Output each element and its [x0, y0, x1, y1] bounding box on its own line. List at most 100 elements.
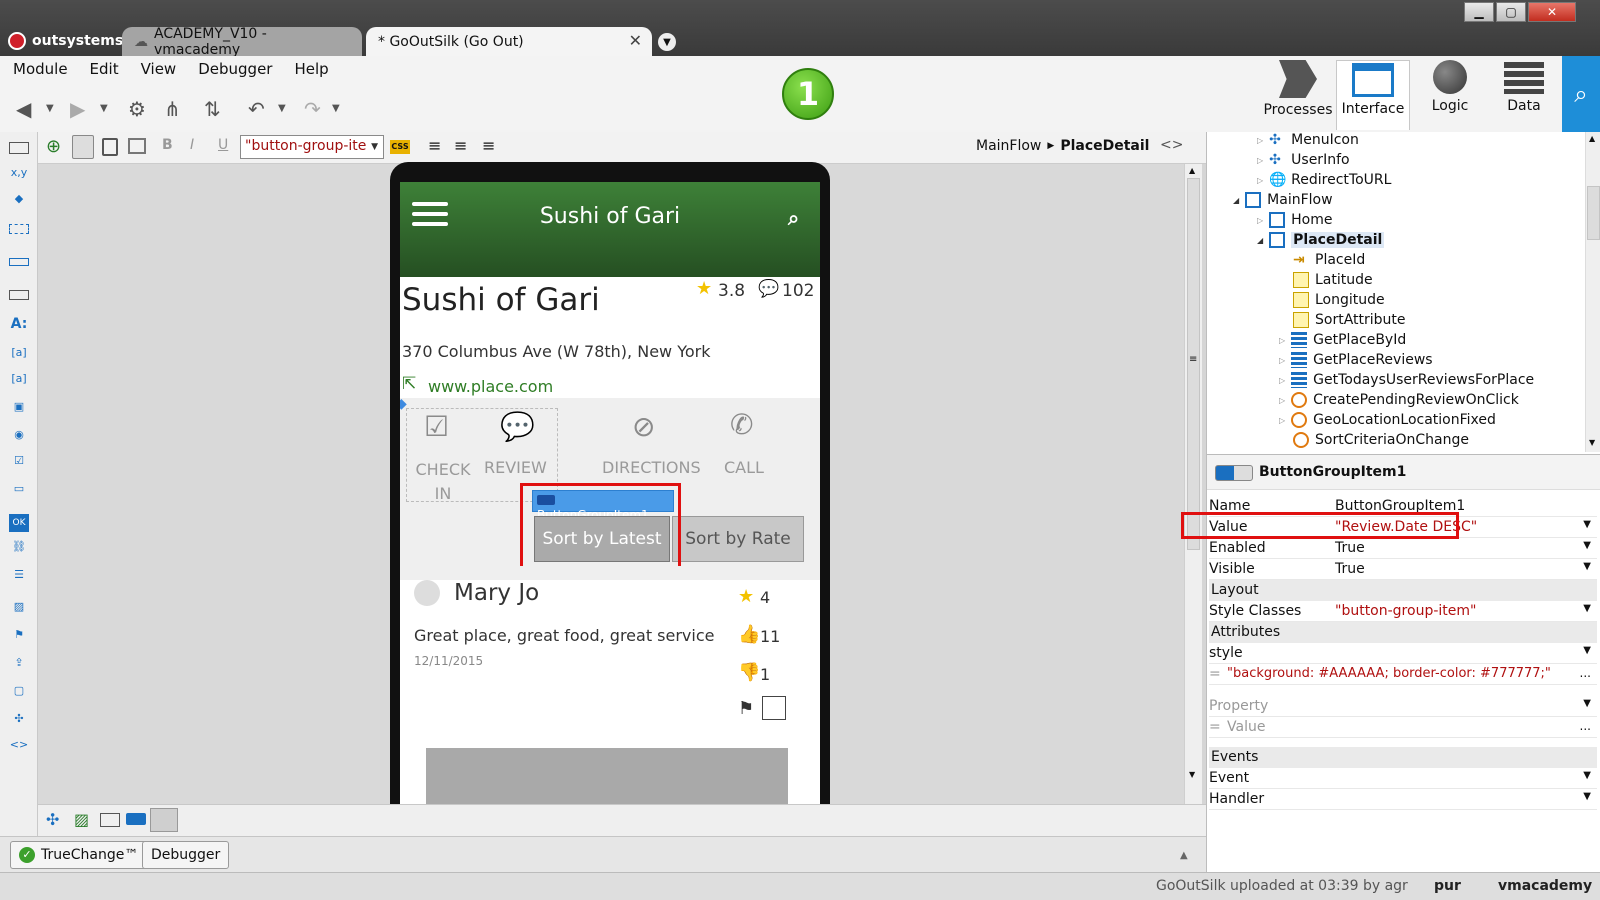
tree-item-home[interactable]: ▷ Home: [1257, 210, 1333, 230]
align-right-icon[interactable]: ≡: [482, 136, 495, 155]
switch-widget-icon[interactable]: ◉: [9, 428, 29, 446]
menu-view[interactable]: View: [141, 60, 177, 78]
dependencies-icon[interactable]: ⋔: [164, 97, 181, 121]
tree-item-userinfo[interactable]: ▷ ✣ UserInfo: [1257, 150, 1350, 170]
scroll-down-icon[interactable]: ▼: [1189, 770, 1195, 779]
prop-enabled[interactable]: Enabled True ▼: [1209, 538, 1597, 559]
flag-icon[interactable]: ⚑: [738, 698, 754, 719]
prop-event[interactable]: Event ▼: [1209, 768, 1597, 789]
style-class-select[interactable]: "button-group-ite ▼: [240, 135, 384, 159]
button-widget-icon[interactable]: OK: [9, 514, 29, 532]
search-button[interactable]: ⌕: [1562, 56, 1600, 132]
tree-item-placeid[interactable]: ⇥ PlaceId: [1293, 250, 1365, 270]
breadcrumb-placedetail[interactable]: PlaceDetail: [1060, 138, 1149, 154]
tab-gooutsilk[interactable]: * GoOutSilk (Go Out) ✕: [366, 27, 652, 56]
prop-visible[interactable]: Visible True ▼: [1209, 559, 1597, 580]
tab-academy[interactable]: ☁ ACADEMY_V10 - vmacademy: [122, 26, 362, 58]
expand-panel-icon[interactable]: ▲: [1180, 850, 1188, 861]
redo-icon[interactable]: ↷: [304, 97, 321, 121]
chevron-down-icon[interactable]: ▼: [1583, 603, 1591, 614]
redo-dropdown-icon[interactable]: ▼: [332, 103, 340, 114]
if-widget-icon[interactable]: ◆: [9, 192, 29, 210]
prop-new-property[interactable]: Property ▼: [1209, 696, 1597, 717]
image-icon[interactable]: ▨: [74, 810, 89, 829]
menu-module[interactable]: Module: [13, 60, 68, 78]
truechange-tab[interactable]: ✓ TrueChange™: [10, 841, 148, 869]
code-view-icon[interactable]: <>: [1160, 137, 1183, 153]
chevron-down-icon[interactable]: ▼: [1583, 645, 1591, 656]
menu-debugger[interactable]: Debugger: [198, 60, 272, 78]
more-button[interactable]: ...: [1580, 666, 1591, 680]
forward-dropdown-icon[interactable]: ▼: [100, 103, 108, 114]
flag-widget-icon[interactable]: ⚑: [9, 628, 29, 646]
tab-dropdown-icon[interactable]: ▼: [658, 33, 676, 51]
link-widget-icon[interactable]: ⛓: [9, 540, 29, 558]
thumbs-down-icon[interactable]: 👎: [738, 662, 760, 683]
tab-logic[interactable]: Logic: [1414, 60, 1486, 130]
phone-view-icon[interactable]: [72, 135, 94, 159]
call-action[interactable]: CALL: [724, 458, 764, 477]
scroll-up-icon[interactable]: ▲: [1589, 134, 1595, 143]
close-window-button[interactable]: ✕: [1528, 2, 1576, 22]
review-action[interactable]: REVIEW: [484, 458, 547, 477]
prop-style[interactable]: style ▼: [1209, 643, 1597, 664]
align-center-icon[interactable]: ≡: [454, 136, 467, 155]
tab-processes[interactable]: Processes: [1262, 60, 1334, 130]
tree-item-latitude[interactable]: Latitude: [1293, 270, 1373, 290]
rotate-view-icon[interactable]: [128, 138, 146, 154]
preview-icon[interactable]: ⊕: [46, 136, 61, 157]
underline-icon[interactable]: U: [218, 137, 228, 153]
back-dropdown-icon[interactable]: ▼: [46, 103, 54, 114]
chevron-down-icon[interactable]: ▼: [1583, 770, 1591, 781]
tree-item-getplacereviews[interactable]: ▷ GetPlaceReviews: [1279, 350, 1433, 370]
tree-item-creatependingreview[interactable]: ▷ CreatePendingReviewOnClick: [1279, 390, 1519, 410]
thumbs-up-icon[interactable]: 👍: [738, 624, 760, 645]
tree-item-geolocation[interactable]: ▷ GeoLocationLocationFixed: [1279, 410, 1496, 430]
textarea-widget-icon[interactable]: [a]: [9, 372, 29, 390]
tree-item-gettodaysuserreviews[interactable]: ▷ GetTodaysUserReviewsForPlace: [1279, 370, 1534, 390]
block-widget-icon[interactable]: [9, 258, 29, 266]
canvas-scrollbar[interactable]: ▲ ≡ ▼: [1184, 164, 1202, 804]
more-button[interactable]: ...: [1580, 719, 1591, 733]
chevron-down-icon[interactable]: ▼: [1583, 540, 1591, 551]
text-widget-icon[interactable]: A:: [9, 316, 29, 334]
chevron-down-icon[interactable]: ▼: [1583, 519, 1591, 530]
button-group-icon[interactable]: [126, 813, 146, 825]
undo-icon[interactable]: ↶: [248, 97, 265, 121]
tree-item-getplacebyid[interactable]: ▷ GetPlaceById: [1279, 330, 1406, 350]
compare-icon[interactable]: ⇅: [204, 97, 221, 121]
italic-icon[interactable]: I: [190, 137, 194, 153]
placeholder-widget-icon[interactable]: [9, 224, 29, 234]
bold-icon[interactable]: B: [162, 137, 173, 153]
gear-icon[interactable]: ⚙: [128, 97, 146, 121]
tree-item-mainflow[interactable]: ◢ MainFlow: [1233, 190, 1333, 210]
prop-style-classes[interactable]: Style Classes "button-group-item" ▼: [1209, 601, 1597, 622]
prop-handler[interactable]: Handler ▼: [1209, 789, 1597, 810]
scroll-down-icon[interactable]: ▼: [1589, 438, 1595, 447]
maximize-button[interactable]: ▢: [1496, 2, 1526, 22]
directions-action[interactable]: DIRECTIONS: [602, 458, 701, 477]
flag-checkbox[interactable]: [762, 696, 786, 720]
container-widget-icon[interactable]: [9, 142, 29, 154]
website-link[interactable]: www.place.com: [428, 377, 553, 396]
tree-item-longitude[interactable]: Longitude: [1293, 290, 1385, 310]
plugin-widget-icon[interactable]: ✣: [9, 712, 29, 730]
chevron-down-icon[interactable]: ▼: [1583, 698, 1591, 709]
prop-new-value[interactable]: = Value...: [1209, 717, 1597, 738]
sort-rate-button[interactable]: Sort by Rate: [672, 516, 804, 562]
breadcrumb-mainflow[interactable]: MainFlow: [976, 138, 1041, 154]
menu-help[interactable]: Help: [294, 60, 328, 78]
forward-icon[interactable]: ▶: [70, 97, 85, 121]
input-widget-icon[interactable]: [a]: [9, 346, 29, 364]
debugger-tab[interactable]: Debugger: [142, 841, 230, 869]
list-widget-icon[interactable]: [9, 290, 29, 300]
search-icon[interactable]: ⌕: [788, 206, 799, 230]
tree-item-sortcriteria[interactable]: SortCriteriaOnChange: [1293, 430, 1469, 450]
tab-data[interactable]: Data: [1488, 60, 1560, 130]
button-group-item-selected-icon[interactable]: [150, 808, 178, 832]
prop-style-value[interactable]: = "background: #AAAAAA; border-color: #77…: [1209, 664, 1597, 685]
tablet-view-icon[interactable]: [102, 138, 118, 156]
table-widget-icon[interactable]: ☰: [9, 568, 29, 586]
css-icon[interactable]: CSS: [390, 140, 410, 154]
tree-item-sortattribute[interactable]: SortAttribute: [1293, 310, 1406, 330]
